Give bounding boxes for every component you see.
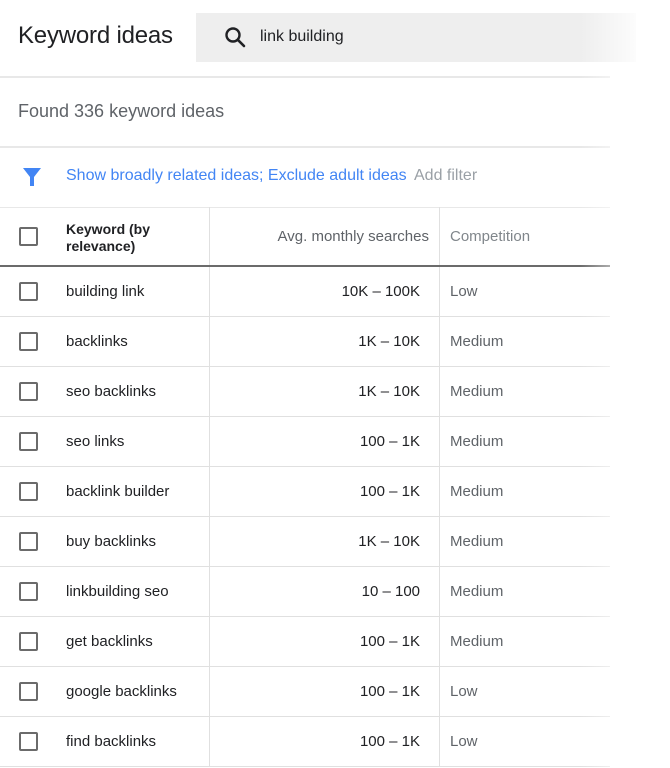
avg-searches-cell: 100 – 1K xyxy=(209,616,440,667)
select-all-cell xyxy=(0,207,52,267)
competition-cell: Medium xyxy=(439,366,610,417)
keyword-cell: google backlinks xyxy=(52,666,210,717)
row-select-cell xyxy=(0,666,52,717)
avg-searches-cell: 1K – 10K xyxy=(209,316,440,367)
competition-cell: Low xyxy=(439,666,610,717)
table-row[interactable]: backlink builder 100 – 1K Medium xyxy=(0,466,610,517)
table-row[interactable]: seo backlinks 1K – 10K Medium xyxy=(0,366,610,417)
keyword-cell: seo backlinks xyxy=(52,366,210,417)
keyword-text: building link xyxy=(66,283,145,300)
row-checkbox[interactable] xyxy=(18,432,38,451)
table-row[interactable]: buy backlinks 1K – 10K Medium xyxy=(0,516,610,567)
results-count: Found 336 keyword ideas xyxy=(18,101,225,121)
row-checkbox[interactable] xyxy=(18,582,38,601)
row-checkbox[interactable] xyxy=(18,682,38,701)
table-row[interactable]: linkbuilding seo 10 – 100 Medium xyxy=(0,566,610,617)
row-checkbox[interactable] xyxy=(18,282,38,301)
active-filters-link[interactable]: Show broadly related ideas; Exclude adul… xyxy=(66,167,407,185)
row-select-cell xyxy=(0,716,52,767)
search-box[interactable] xyxy=(196,13,636,62)
search-input[interactable] xyxy=(260,25,560,49)
avg-searches-cell: 1K – 10K xyxy=(209,366,440,417)
row-select-cell xyxy=(0,566,52,617)
competition-cell: Medium xyxy=(439,316,610,367)
row-checkbox[interactable] xyxy=(18,632,38,651)
row-checkbox[interactable] xyxy=(18,332,38,351)
header: Keyword ideas xyxy=(0,0,670,76)
column-header-avg-searches[interactable]: Avg. monthly searches xyxy=(209,207,440,267)
keyword-cell: building link xyxy=(52,266,210,317)
page-title: Keyword ideas xyxy=(18,22,173,49)
column-header-competition[interactable]: Competition xyxy=(439,207,610,267)
add-filter-button[interactable]: Add filter xyxy=(414,167,477,185)
table-row[interactable]: backlinks 1K – 10K Medium xyxy=(0,316,610,367)
keyword-cell: backlink builder xyxy=(52,466,210,517)
header-divider xyxy=(0,76,610,78)
keyword-text: backlinks xyxy=(66,333,128,350)
competition-cell: Medium xyxy=(439,616,610,667)
row-checkbox[interactable] xyxy=(18,732,38,751)
table-row[interactable]: find backlinks 100 – 1K Low xyxy=(0,716,610,767)
keyword-text: backlink builder xyxy=(66,483,170,500)
keyword-text: seo links xyxy=(66,433,125,450)
competition-cell: Medium xyxy=(439,466,610,517)
keyword-text: find backlinks xyxy=(66,733,157,750)
competition-cell: Low xyxy=(439,716,610,767)
row-select-cell xyxy=(0,516,52,567)
avg-searches-cell: 100 – 1K xyxy=(209,466,440,517)
row-select-cell xyxy=(0,366,52,417)
row-select-cell xyxy=(0,316,52,367)
competition-cell: Medium xyxy=(439,516,610,567)
competition-cell: Medium xyxy=(439,566,610,617)
row-checkbox[interactable] xyxy=(18,382,38,401)
avg-searches-cell: 10K – 100K xyxy=(209,266,440,317)
keyword-cell: seo links xyxy=(52,416,210,467)
table-row[interactable]: seo links 100 – 1K Medium xyxy=(0,416,610,467)
search-icon xyxy=(225,27,246,48)
competition-cell: Low xyxy=(439,266,610,317)
table-row[interactable]: get backlinks 100 – 1K Medium xyxy=(0,616,610,667)
row-select-cell xyxy=(0,266,52,317)
avg-searches-cell: 10 – 100 xyxy=(209,566,440,617)
keyword-cell: find backlinks xyxy=(52,716,210,767)
row-checkbox[interactable] xyxy=(18,532,38,551)
row-select-cell xyxy=(0,416,52,467)
avg-searches-cell: 100 – 1K xyxy=(209,666,440,717)
table-header-row: Keyword (by relevance) Avg. monthly sear… xyxy=(0,207,610,267)
keyword-text: linkbuilding seo xyxy=(66,583,169,600)
summary-divider xyxy=(0,146,610,148)
keyword-text: buy backlinks xyxy=(66,533,157,550)
keyword-cell: backlinks xyxy=(52,316,210,367)
filter-icon[interactable] xyxy=(22,166,42,188)
row-select-cell xyxy=(0,466,52,517)
keyword-text: get backlinks xyxy=(66,633,153,650)
table-row[interactable]: building link 10K – 100K Low xyxy=(0,266,610,317)
column-header-keyword[interactable]: Keyword (by relevance) xyxy=(52,207,210,267)
filter-bar: Show broadly related ideas; Exclude adul… xyxy=(0,162,610,192)
keyword-text: google backlinks xyxy=(66,683,177,700)
keyword-text: seo backlinks xyxy=(66,383,157,400)
avg-searches-cell: 1K – 10K xyxy=(209,516,440,567)
row-select-cell xyxy=(0,616,52,667)
keyword-cell: get backlinks xyxy=(52,616,210,667)
keyword-cell: linkbuilding seo xyxy=(52,566,210,617)
avg-searches-cell: 100 – 1K xyxy=(209,416,440,467)
select-all-checkbox[interactable] xyxy=(18,227,38,246)
keyword-table: Keyword (by relevance) Avg. monthly sear… xyxy=(0,207,610,767)
avg-searches-cell: 100 – 1K xyxy=(209,716,440,767)
keyword-cell: buy backlinks xyxy=(52,516,210,567)
row-checkbox[interactable] xyxy=(18,482,38,501)
table-row[interactable]: google backlinks 100 – 1K Low xyxy=(0,666,610,717)
competition-cell: Medium xyxy=(439,416,610,467)
